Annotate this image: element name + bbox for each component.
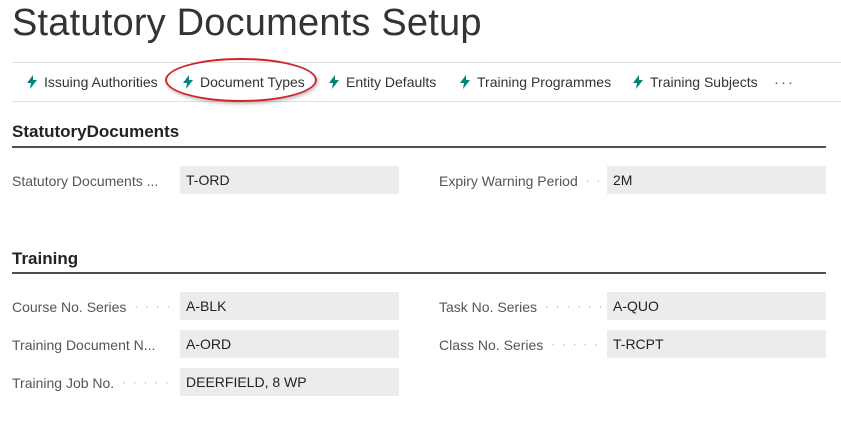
field-label-class-no-series: Class No. Series· · · · · · · xyxy=(439,337,603,353)
action-label: Document Types xyxy=(200,74,305,90)
field-label-training-job-no: Training Job No. · · · · · · xyxy=(12,375,176,391)
action-label: Issuing Authorities xyxy=(44,74,158,90)
lightning-icon xyxy=(329,75,339,89)
lightning-icon xyxy=(460,75,470,89)
field-label-course-no-series: Course No. Series· · · · · · xyxy=(12,299,176,315)
training-job-no-field[interactable]: DEERFIELD, 8 WP xyxy=(180,368,399,396)
field-label-training-document-no: Training Document N... xyxy=(12,337,156,353)
action-bar: Issuing Authorities Document Types Entit… xyxy=(12,62,841,102)
action-document-types[interactable]: Document Types xyxy=(182,63,305,101)
field-label-task-no-series: Task No. Series· · · · · · · xyxy=(439,299,603,315)
action-training-programmes[interactable]: Training Programmes xyxy=(459,63,611,101)
section-divider xyxy=(12,146,826,148)
action-label: Entity Defaults xyxy=(346,74,437,90)
section-divider xyxy=(12,272,826,274)
page-title: Statutory Documents Setup xyxy=(12,2,482,44)
expiry-warning-period-field[interactable]: 2M xyxy=(607,166,826,194)
action-label: Training Subjects xyxy=(650,74,758,90)
field-label-expiry-warning-period: Expiry Warning Period· · · xyxy=(439,173,603,189)
training-document-no-field[interactable]: A-ORD xyxy=(180,330,399,358)
field-label-statutory-documents: Statutory Documents ... xyxy=(12,173,159,189)
action-label: Training Programmes xyxy=(477,74,612,90)
lightning-icon xyxy=(27,75,37,89)
class-no-series-field[interactable]: T-RCPT xyxy=(607,330,826,358)
section-title-training: Training xyxy=(12,249,79,268)
lightning-icon xyxy=(633,75,643,89)
task-no-series-field[interactable]: A-QUO xyxy=(607,292,826,320)
section-title-statutory: StatutoryDocuments xyxy=(12,122,180,141)
action-entity-defaults[interactable]: Entity Defaults xyxy=(328,63,436,101)
action-issuing-authorities[interactable]: Issuing Authorities xyxy=(26,63,158,101)
course-no-series-field[interactable]: A-BLK xyxy=(180,292,399,320)
more-options-button[interactable]: ··· xyxy=(774,63,795,101)
action-training-subjects[interactable]: Training Subjects xyxy=(632,63,758,101)
statutory-documents-field[interactable]: T-ORD xyxy=(180,166,399,194)
lightning-icon xyxy=(183,75,193,89)
